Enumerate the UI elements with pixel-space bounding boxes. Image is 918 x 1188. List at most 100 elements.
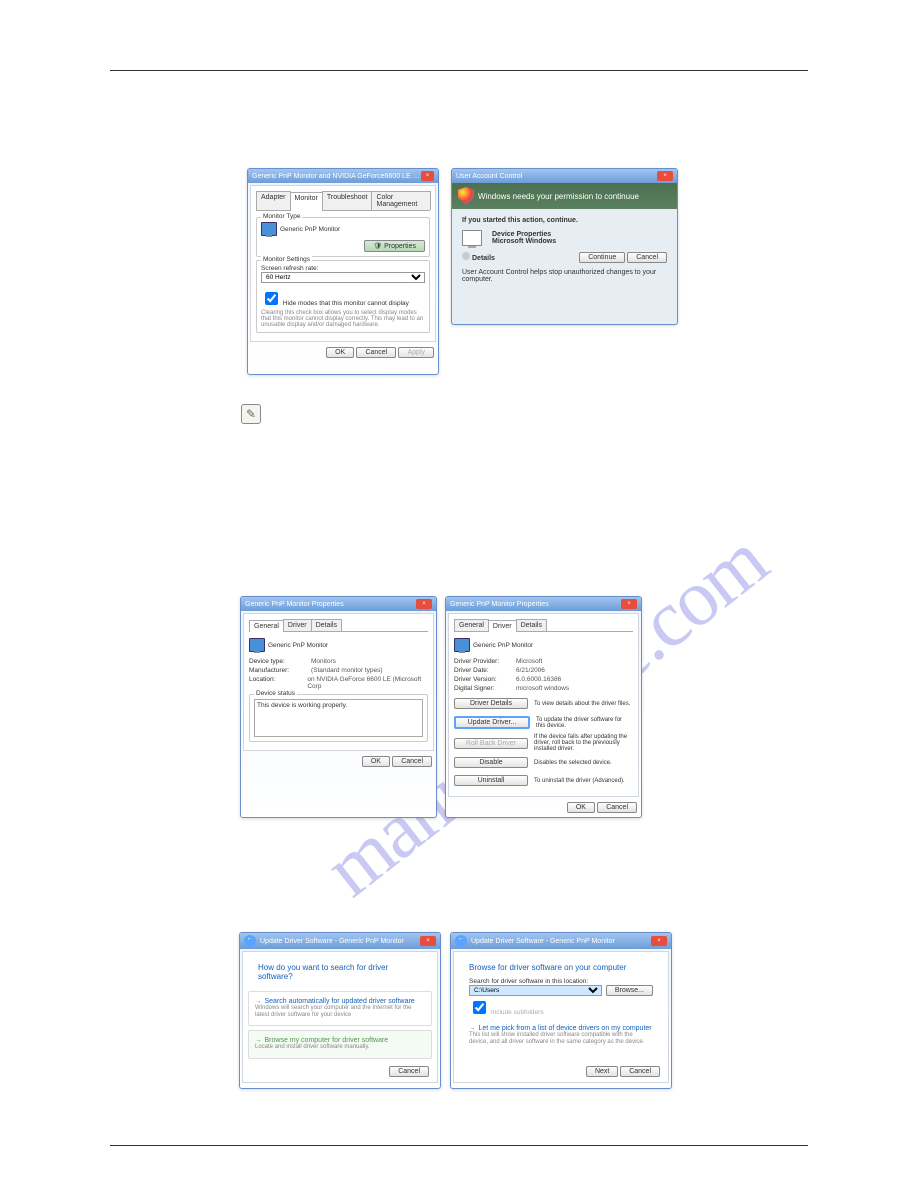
title-bar[interactable]: ← Update Driver Software - Generic PnP Mo… — [240, 933, 440, 949]
k-signer: Digital Signer: — [454, 685, 506, 692]
rollback-button[interactable]: Roll Back Driver — [454, 738, 528, 749]
k-provider: Driver Provider: — [454, 658, 506, 665]
driver-details-desc: To view details about the driver files. — [534, 701, 633, 707]
prog-name: Device Properties — [492, 231, 556, 238]
cancel-button[interactable]: Cancel — [392, 756, 432, 767]
pick-title: Let me pick from a list of device driver… — [479, 1025, 652, 1032]
close-icon[interactable]: × — [651, 936, 667, 946]
title-bar[interactable]: Generic PnP Monitor and NVIDIA GeForce66… — [248, 169, 438, 183]
tab-general[interactable]: General — [249, 620, 284, 632]
v-version: 6.0.6000.16386 — [516, 676, 561, 683]
title-bar[interactable]: User Account Control × — [452, 169, 677, 183]
tab-details[interactable]: Details — [311, 619, 342, 631]
cancel-button[interactable]: Cancel — [597, 802, 637, 813]
monitor-name: Generic PnP Monitor — [280, 226, 340, 233]
browse-option[interactable]: →Browse my computer for driver softwareL… — [248, 1030, 432, 1058]
title-text: Generic PnP Monitor Properties — [245, 601, 344, 608]
auto-search-option[interactable]: →Search automatically for updated driver… — [248, 991, 432, 1026]
refresh-select[interactable]: 60 Hertz — [261, 272, 425, 283]
arrow-icon: → — [469, 1025, 476, 1032]
properties-button[interactable]: 🛡 Properties — [364, 240, 425, 252]
close-icon[interactable]: × — [420, 936, 436, 946]
close-icon[interactable]: × — [421, 171, 434, 181]
title-bar[interactable]: Generic PnP Monitor Properties × — [241, 597, 436, 611]
tab-details[interactable]: Details — [516, 619, 547, 631]
status-label: Device status — [254, 690, 297, 697]
tab-general[interactable]: General — [454, 619, 489, 631]
cancel-button[interactable]: Cancel — [620, 1066, 660, 1077]
v-mfr: (Standard monitor types) — [311, 667, 383, 674]
v-loc: on NVIDIA GeForce 6600 LE (Microsoft Cor… — [307, 676, 428, 690]
computer-icon — [462, 230, 482, 246]
close-icon[interactable]: × — [416, 599, 432, 609]
general-tab-dialog: Generic PnP Monitor Properties× General … — [240, 596, 437, 818]
monitor-icon — [454, 638, 470, 652]
ok-button[interactable]: OK — [362, 756, 390, 767]
started-text: If you started this action, continue. — [462, 217, 667, 224]
title-text: User Account Control — [456, 173, 522, 180]
uninstall-desc: To uninstall the driver (Advanced). — [534, 778, 633, 784]
device-name: Generic PnP Monitor — [473, 642, 533, 649]
continue-button[interactable]: Continue — [579, 252, 625, 263]
monitor-type-label: Monitor Type — [261, 213, 302, 220]
include-label: Include subfolders — [491, 1009, 544, 1016]
v-provider: Microsoft — [516, 658, 542, 665]
tab-troubleshoot[interactable]: Troubleshoot — [322, 191, 373, 210]
tab-monitor[interactable]: Monitor — [290, 192, 323, 211]
cancel-button[interactable]: Cancel — [627, 252, 667, 263]
auto-sub: Windows will search your computer and th… — [255, 1005, 425, 1019]
disable-button[interactable]: Disable — [454, 757, 528, 768]
tab-driver[interactable]: Driver — [488, 620, 517, 632]
cancel-button[interactable]: Cancel — [356, 347, 396, 358]
pick-option[interactable]: →Let me pick from a list of device drive… — [469, 1023, 653, 1048]
ok-button[interactable]: OK — [326, 347, 354, 358]
title-bar[interactable]: ←Update Driver Software - Generic PnP Mo… — [451, 933, 671, 949]
browse-title: Browse my computer for driver software — [265, 1037, 389, 1044]
uac-dialog: User Account Control × Windows needs your… — [451, 168, 678, 325]
cancel-button[interactable]: Cancel — [389, 1066, 429, 1077]
auto-title: Search automatically for updated driver … — [265, 998, 415, 1005]
arrow-icon: → — [255, 998, 262, 1005]
title-bar[interactable]: Generic PnP Monitor Properties× — [446, 597, 641, 611]
v-devtype: Monitors — [311, 658, 336, 665]
hide-modes-checkbox[interactable] — [265, 292, 278, 305]
tab-adapter[interactable]: Adapter — [256, 191, 291, 210]
k-loc: Location: — [249, 676, 297, 690]
k-devtype: Device type: — [249, 658, 301, 665]
include-checkbox[interactable] — [473, 1001, 486, 1014]
banner-text: Windows needs your permission to continu… — [478, 192, 639, 201]
status-text: This device is working properly. — [254, 699, 423, 737]
k-date: Driver Date: — [454, 667, 506, 674]
k-mfr: Manufacturer: — [249, 667, 301, 674]
footer-text: User Account Control helps stop unauthor… — [462, 269, 667, 283]
close-icon[interactable]: × — [621, 599, 637, 609]
details-link[interactable]: Details — [462, 252, 495, 263]
close-icon[interactable]: × — [657, 171, 673, 181]
browse-button[interactable]: Browse... — [606, 985, 653, 996]
driver-details-button[interactable]: Driver Details — [454, 698, 528, 709]
tabs: Adapter Monitor Troubleshoot Color Manag… — [256, 191, 430, 211]
uninstall-button[interactable]: Uninstall — [454, 775, 528, 786]
back-icon[interactable]: ← — [244, 935, 256, 947]
tabs: General Driver Details — [454, 619, 633, 632]
next-button[interactable]: Next — [586, 1066, 618, 1077]
update-driver-button[interactable]: Update Driver... — [454, 716, 530, 729]
path-select[interactable]: C:\Users — [469, 985, 602, 996]
tab-driver[interactable]: Driver — [283, 619, 312, 631]
driver-tab-dialog: Generic PnP Monitor Properties× General … — [445, 596, 642, 818]
k-version: Driver Version: — [454, 676, 506, 683]
disable-desc: Disables the selected device. — [534, 760, 633, 766]
title-text: Update Driver Software - Generic PnP Mon… — [260, 938, 420, 945]
title-text: Generic PnP Monitor and NVIDIA GeForce66… — [252, 173, 421, 180]
tab-colormgmt[interactable]: Color Management — [371, 191, 431, 210]
button-row: OK Cancel Apply — [248, 344, 438, 361]
vendor-name: Microsoft Windows — [492, 238, 556, 245]
apply-button[interactable]: Apply — [398, 347, 434, 358]
back-icon[interactable]: ← — [455, 935, 467, 947]
question: How do you want to search for driver sof… — [248, 957, 432, 987]
ok-button[interactable]: OK — [567, 802, 595, 813]
note-icon: ✎ — [241, 404, 261, 424]
rollback-desc: If the device fails after updating the d… — [534, 734, 633, 752]
heading: Browse for driver software on your compu… — [459, 957, 663, 978]
monitor-props-dialog: Generic PnP Monitor and NVIDIA GeForce66… — [247, 168, 439, 375]
